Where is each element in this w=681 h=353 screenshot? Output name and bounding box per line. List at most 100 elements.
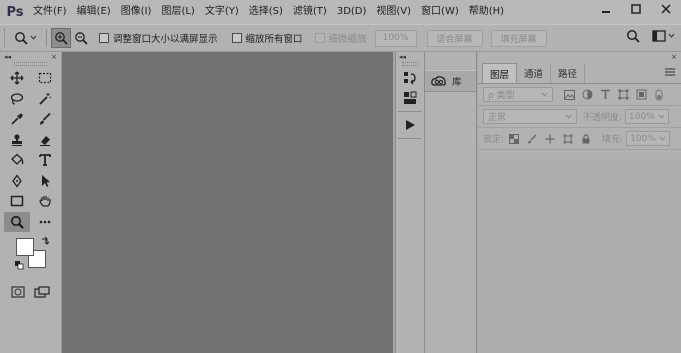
rectangle-tool[interactable] xyxy=(4,191,30,211)
history-panel-button[interactable] xyxy=(396,68,424,88)
actions-panel-button[interactable] xyxy=(396,115,424,135)
menu-help[interactable]: 帮助(H) xyxy=(464,0,509,24)
resize-windows-checkbox[interactable]: 调整窗口大小以满屏显示 xyxy=(99,31,218,45)
paint-bucket-icon xyxy=(11,153,24,165)
layer-filter-kind[interactable]: ρ 类型 xyxy=(483,87,553,102)
menu-filter[interactable]: 滤镜(T) xyxy=(288,0,332,24)
image-icon xyxy=(563,89,575,100)
collapse-panel-button[interactable]: ◂◂ xyxy=(4,52,11,62)
menu-3d[interactable]: 3D(D) xyxy=(332,0,372,24)
fill-input[interactable]: 100% xyxy=(626,131,670,146)
quick-mask-icon[interactable] xyxy=(11,286,25,298)
eraser-icon xyxy=(40,135,50,146)
foreground-color-swatch[interactable] xyxy=(16,238,34,256)
filter-type-layers[interactable] xyxy=(597,87,613,102)
checkbox-box[interactable] xyxy=(99,33,109,43)
artboard-icon xyxy=(563,133,574,144)
fit-screen-button[interactable]: 适合屏幕 xyxy=(426,29,483,47)
tools-panel-grip[interactable] xyxy=(14,62,47,66)
screen-mode-icon[interactable] xyxy=(34,286,50,298)
menu-file[interactable]: 文件(F) xyxy=(28,0,72,24)
eyedropper-tool[interactable] xyxy=(4,109,30,129)
workspace-switcher[interactable] xyxy=(652,30,675,42)
zoom-100-button[interactable]: 100% xyxy=(374,29,417,47)
panel-menu-icon[interactable] xyxy=(665,68,675,76)
lock-artboard[interactable] xyxy=(560,131,576,146)
paint-bucket-tool[interactable] xyxy=(4,150,30,170)
collapsed-panel-dock: ◂◂ xyxy=(395,52,425,353)
default-colors-icon[interactable] xyxy=(14,260,24,270)
blend-mode-select[interactable]: 正常 xyxy=(483,109,577,124)
scrubby-zoom-checkbox[interactable]: 细微缩放 xyxy=(314,31,367,45)
type-icon xyxy=(39,154,51,166)
filter-shape-layers[interactable] xyxy=(615,87,631,102)
zoom-tool[interactable] xyxy=(4,211,30,232)
toggle-icon xyxy=(655,89,663,100)
collapse-dock-button[interactable]: ◂◂ xyxy=(399,52,406,62)
checkbox-box[interactable] xyxy=(231,33,242,43)
lock-all[interactable] xyxy=(578,131,594,146)
blend-opacity-row: 正常 不透明度: 100% xyxy=(478,106,681,128)
checker-icon xyxy=(509,133,520,144)
close-icon xyxy=(661,4,671,14)
lock-image-pixels[interactable] xyxy=(524,131,540,146)
minimize-button[interactable] xyxy=(591,0,621,18)
tab-layers[interactable]: 图层 xyxy=(482,63,518,83)
lock-transparent-pixels[interactable] xyxy=(506,131,522,146)
menu-select[interactable]: 选择(S) xyxy=(244,0,288,24)
move-tool[interactable] xyxy=(4,68,30,88)
clone-stamp-tool[interactable] xyxy=(4,130,30,150)
menu-layer[interactable]: 图层(L) xyxy=(156,0,199,24)
zoom-all-windows-checkbox[interactable]: 缩放所有窗口 xyxy=(231,31,303,45)
close-panel-button[interactable]: × xyxy=(51,52,57,62)
type-tool[interactable] xyxy=(32,150,58,170)
marquee-tool[interactable] xyxy=(32,68,58,88)
magic-wand-tool[interactable] xyxy=(32,89,58,109)
shape-icon xyxy=(618,89,628,100)
brush-tool[interactable] xyxy=(32,109,58,129)
menu-type[interactable]: 文字(Y) xyxy=(200,0,244,24)
zoom-in-button[interactable] xyxy=(51,28,71,48)
search-icon[interactable] xyxy=(626,29,640,43)
layers-list[interactable] xyxy=(478,153,681,353)
zoom-all-windows-label: 缩放所有窗口 xyxy=(245,34,303,45)
zoom-out-button[interactable] xyxy=(71,28,91,48)
path-selection-tool[interactable] xyxy=(32,171,58,191)
swap-colors-icon[interactable] xyxy=(40,236,50,246)
maximize-button[interactable] xyxy=(621,0,651,18)
chevron-down-icon xyxy=(658,114,665,119)
dock-grip[interactable] xyxy=(402,62,418,66)
properties-panel-button[interactable] xyxy=(396,88,424,108)
menu-view[interactable]: 视图(V) xyxy=(371,0,416,24)
close-panel-button[interactable]: × xyxy=(671,52,677,62)
menu-edit[interactable]: 编辑(E) xyxy=(72,0,116,24)
eraser-tool[interactable] xyxy=(32,130,58,150)
opacity-input[interactable]: 100% xyxy=(625,109,669,124)
fill-screen-button[interactable]: 填充屏幕 xyxy=(490,29,547,47)
filter-toggle[interactable] xyxy=(651,87,667,102)
hand-tool[interactable] xyxy=(32,191,58,211)
filter-pixel-layers[interactable] xyxy=(561,87,577,102)
tab-channels[interactable]: 通道 xyxy=(517,63,552,83)
document-canvas-area[interactable] xyxy=(62,52,393,353)
tools-panel-header: ◂◂ × xyxy=(0,52,61,62)
menu-image[interactable]: 图像(I) xyxy=(116,0,157,24)
lock-position[interactable] xyxy=(542,131,558,146)
filter-adjustment-layers[interactable] xyxy=(579,87,595,102)
libraries-panel-button[interactable]: 库 xyxy=(425,70,476,92)
tool-preset-picker[interactable] xyxy=(8,27,42,49)
menu-window[interactable]: 窗口(W) xyxy=(416,0,464,24)
rectangular-marquee-icon xyxy=(38,72,52,84)
maximize-icon xyxy=(631,4,641,14)
checkbox-box[interactable] xyxy=(314,33,325,43)
filter-smart-objects[interactable] xyxy=(633,87,649,102)
layers-panel-tabs: 图层 通道 路径 xyxy=(478,62,681,84)
tab-paths[interactable]: 路径 xyxy=(551,63,586,83)
move-icon xyxy=(545,134,555,143)
chevron-down-icon xyxy=(30,35,36,40)
close-window-button[interactable] xyxy=(651,0,681,18)
more-tools-button[interactable] xyxy=(32,212,58,232)
pen-tool[interactable] xyxy=(4,171,30,191)
smart-object-icon xyxy=(636,89,646,100)
lasso-tool[interactable] xyxy=(4,89,30,109)
